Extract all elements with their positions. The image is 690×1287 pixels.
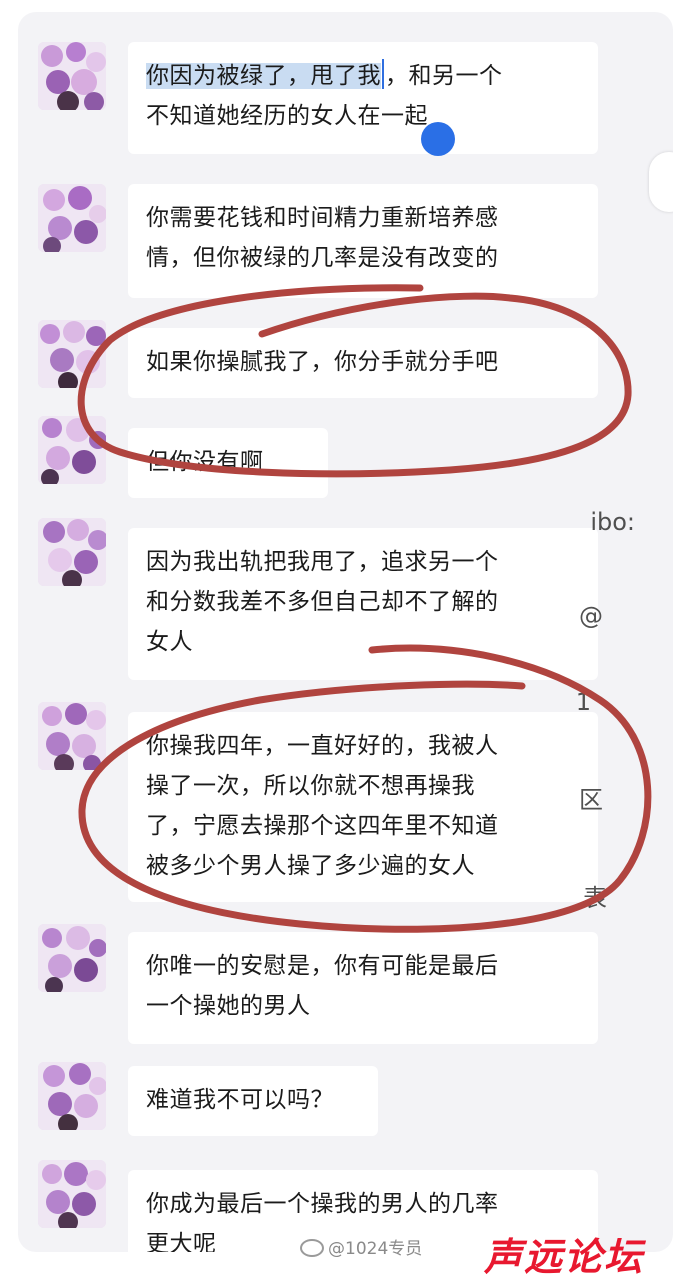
- background-fragment: ibo:: [590, 508, 635, 536]
- avatar[interactable]: [38, 42, 106, 110]
- weibo-watermark: @1024专员: [300, 1234, 422, 1259]
- site-watermark: 声远论坛: [484, 1235, 645, 1279]
- background-fragment: 1: [575, 688, 591, 716]
- message-bubble[interactable]: 你需要花钱和时间精力重新培养感 情，但你被绿的几率是没有改变的: [128, 184, 598, 298]
- avatar[interactable]: [38, 1160, 106, 1228]
- avatar[interactable]: [38, 518, 106, 586]
- weibo-handle: @1024专员: [328, 1239, 423, 1259]
- message-bubble[interactable]: 因为我出轨把我甩了，追求另一个 和分数我差不多但自己却不了解的 女人: [128, 528, 598, 680]
- screenshot: 你因为被绿了，甩了我 ，和另一个 不知道她经历的女人在一起 你需要花钱和时间精力重…: [0, 0, 690, 1287]
- avatar[interactable]: [38, 924, 106, 992]
- message-text: 你需要花钱和时间精力重新培养感 情，但你被绿的几率是没有改变的: [146, 205, 499, 271]
- weibo-icon: [300, 1239, 324, 1257]
- message-bubble[interactable]: 如果你操腻我了，你分手就分手吧: [128, 328, 598, 398]
- floating-button[interactable]: [649, 152, 673, 212]
- message-text: 但你没有啊: [146, 449, 264, 475]
- avatar[interactable]: [38, 184, 106, 252]
- message-bubble[interactable]: 你唯一的安慰是，你有可能是最后 一个操她的男人: [128, 932, 598, 1044]
- avatar[interactable]: [38, 702, 106, 770]
- selection-handle[interactable]: [421, 122, 455, 156]
- background-fragment: 区: [579, 786, 603, 814]
- text-cursor: [382, 59, 384, 89]
- avatar[interactable]: [38, 1062, 106, 1130]
- background-fragment: 表: [583, 884, 607, 912]
- message-bubble[interactable]: 你因为被绿了，甩了我 ，和另一个 不知道她经历的女人在一起: [128, 42, 598, 154]
- message-text: 因为我出轨把我甩了，追求另一个 和分数我差不多但自己却不了解的 女人: [146, 549, 499, 655]
- background-fragment: @: [579, 602, 603, 630]
- message-bubble[interactable]: 但你没有啊: [128, 428, 328, 498]
- message-text: 如果你操腻我了，你分手就分手吧: [146, 349, 499, 375]
- selected-text[interactable]: 你因为被绿了，甩了我: [146, 63, 381, 89]
- message-text: 你操我四年，一直好好的，我被人 操了一次，所以你就不想再操我 了，宁愿去操那个这…: [146, 733, 499, 879]
- message-text: 你唯一的安慰是，你有可能是最后 一个操她的男人: [146, 953, 499, 1019]
- message-text: 难道我不可以吗？: [146, 1087, 334, 1113]
- avatar[interactable]: [38, 320, 106, 388]
- chat-window: 你因为被绿了，甩了我 ，和另一个 不知道她经历的女人在一起 你需要花钱和时间精力重…: [18, 12, 673, 1252]
- avatar[interactable]: [38, 416, 106, 484]
- message-bubble[interactable]: 你操我四年，一直好好的，我被人 操了一次，所以你就不想再操我 了，宁愿去操那个这…: [128, 712, 598, 902]
- message-bubble[interactable]: 难道我不可以吗？: [128, 1066, 378, 1136]
